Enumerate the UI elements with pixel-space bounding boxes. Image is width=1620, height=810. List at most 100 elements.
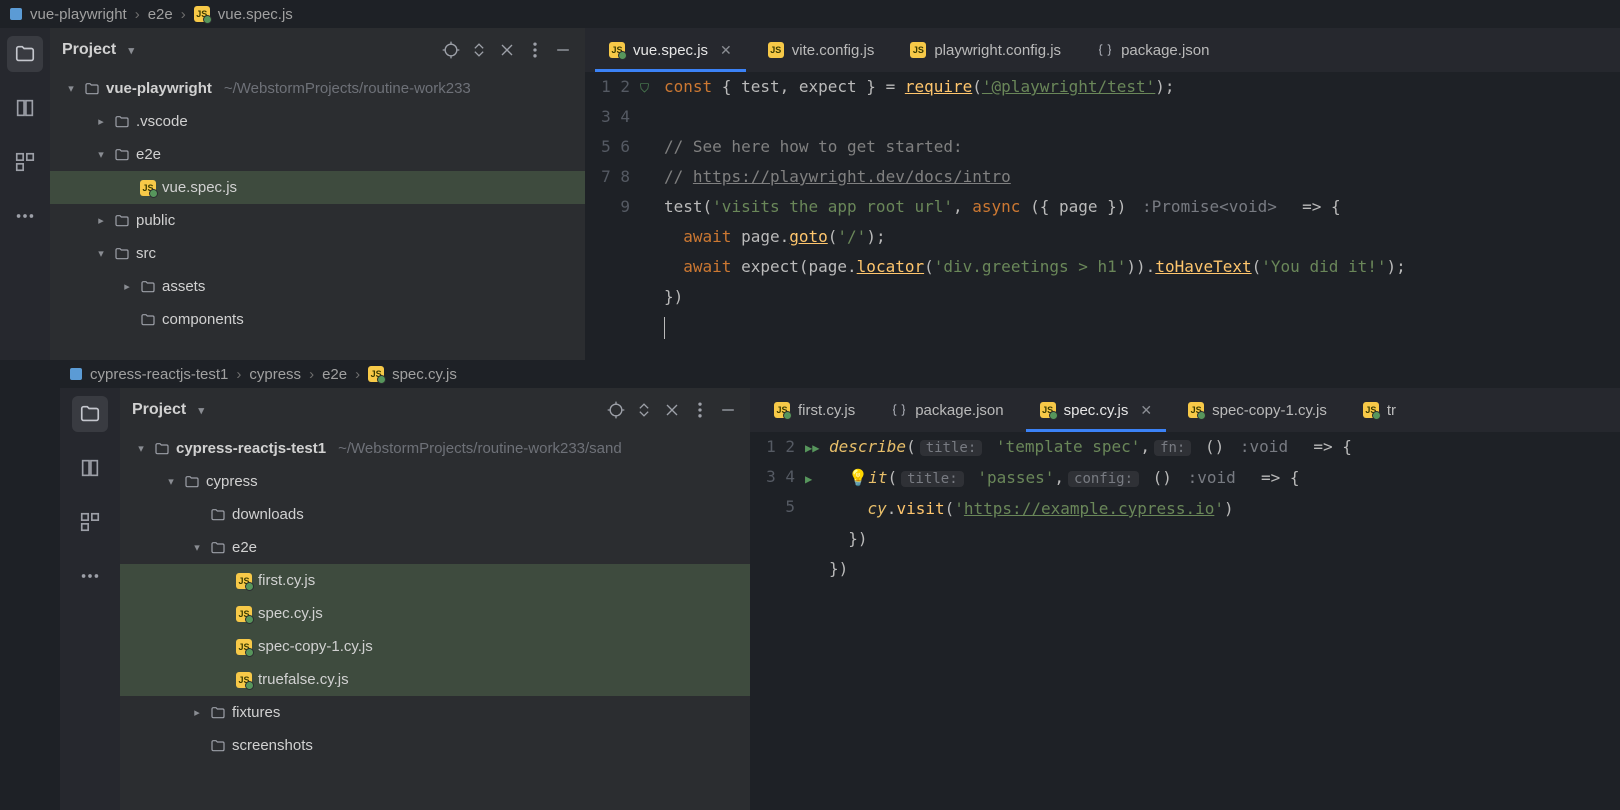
close-icon[interactable]: ✕ — [1140, 402, 1152, 419]
structure-button[interactable] — [72, 504, 108, 540]
bookmarks-button[interactable] — [7, 90, 43, 126]
breadcrumb-item[interactable]: e2e — [148, 6, 173, 23]
chevron-icon: ▾ — [94, 148, 108, 161]
tree-item[interactable]: ▾ e2e — [50, 138, 585, 171]
tree-item[interactable]: ▸ assets — [50, 270, 585, 303]
tree-item[interactable]: ▾src — [50, 237, 585, 270]
editor-tab[interactable]: JSvite.config.js — [754, 28, 889, 72]
breadcrumb-item[interactable]: e2e — [322, 366, 347, 383]
tree-item-label: downloads — [232, 506, 304, 523]
tree-item-label: screenshots — [232, 737, 313, 754]
locate-icon[interactable] — [441, 40, 461, 60]
folder-icon — [210, 705, 226, 721]
editor-tab[interactable]: JSspec-copy-1.cy.js — [1174, 388, 1341, 432]
run-test-icon[interactable]: ▶▶ — [805, 441, 819, 455]
editor-tab[interactable]: JSfirst.cy.js — [760, 388, 869, 432]
project-sidebar-1: Project ▾ ▾ vue-playwright ~/WebstormPro… — [50, 28, 585, 360]
breadcrumb-item[interactable]: vue.spec.js — [218, 6, 293, 23]
code-content[interactable]: describe(title: 'template spec',fn: () :… — [829, 432, 1620, 810]
editor-tab[interactable]: JStr — [1349, 388, 1410, 432]
editor-tab[interactable]: JS spec.cy.js ✕ — [1026, 388, 1166, 432]
editor-tab[interactable]: package.json — [877, 388, 1017, 432]
close-icon[interactable]: ✕ — [720, 42, 732, 59]
module-icon — [70, 368, 82, 380]
chevron-icon: ▸ — [120, 280, 134, 293]
tree-item-label: truefalse.cy.js — [258, 671, 349, 688]
breadcrumb-item[interactable]: cypress-reactjs-test1 — [90, 366, 228, 383]
code-content[interactable]: const { test, expect } = require('@playw… — [664, 72, 1620, 360]
breadcrumb-item[interactable]: vue-playwright — [30, 6, 127, 23]
breadcrumb-bar-2: cypress-reactjs-test1 › cypress › e2e › … — [60, 360, 1620, 388]
tab-label: spec.cy.js — [1064, 402, 1129, 419]
breadcrumb-sep: › — [236, 366, 241, 383]
project-view-button[interactable] — [72, 396, 108, 432]
tree-item[interactable]: ▸fixtures — [120, 696, 750, 729]
tree-item-label: e2e — [136, 146, 161, 163]
tree-item-label: e2e — [232, 539, 257, 556]
tree-item-label: assets — [162, 278, 205, 295]
options-icon[interactable] — [525, 40, 545, 60]
code-editor-1[interactable]: 1 2 3 4 5 6 7 8 9 ⛉ const { test, expect… — [585, 72, 1620, 360]
editor-tab[interactable]: package.json — [1083, 28, 1223, 72]
tree-item[interactable]: ▸JSspec-copy-1.cy.js — [120, 630, 750, 663]
locate-icon[interactable] — [606, 400, 626, 420]
more-button[interactable] — [72, 558, 108, 594]
breadcrumb-sep: › — [135, 6, 140, 23]
folder-icon — [210, 738, 226, 754]
tree-item[interactable]: ▸JSfirst.cy.js — [120, 564, 750, 597]
tree-root[interactable]: ▾ vue-playwright ~/WebstormProjects/rout… — [50, 72, 585, 105]
options-icon[interactable] — [690, 400, 710, 420]
collapse-all-icon[interactable] — [662, 400, 682, 420]
folder-icon — [154, 441, 170, 457]
hide-icon[interactable] — [718, 400, 738, 420]
expand-icon[interactable] — [634, 400, 654, 420]
json-icon — [891, 402, 907, 418]
expand-icon[interactable] — [469, 40, 489, 60]
code-editor-2[interactable]: 1 2 3 4 5 ▶▶ ▶ describe(title: 'template… — [750, 432, 1620, 810]
tree-item[interactable]: ▾cypress — [120, 465, 750, 498]
project-view-button[interactable] — [7, 36, 43, 72]
breadcrumb-sep: › — [309, 366, 314, 383]
project-tree-2: ▾ cypress-reactjs-test1 ~/WebstormProjec… — [120, 432, 750, 810]
structure-button[interactable] — [7, 144, 43, 180]
tree-item[interactable]: ▸screenshots — [120, 729, 750, 762]
json-icon — [1097, 42, 1113, 58]
project-sidebar-2: Project ▾ ▾ cypress-reactjs-test1 ~/Webs… — [120, 388, 750, 810]
tree-item-label: cypress — [206, 473, 258, 490]
chevron-icon: ▾ — [190, 541, 204, 554]
bookmarks-button[interactable] — [72, 450, 108, 486]
editor-tab[interactable]: JSplaywright.config.js — [896, 28, 1075, 72]
more-button[interactable] — [7, 198, 43, 234]
chevron-icon: ▸ — [190, 706, 204, 719]
breadcrumb-item[interactable]: spec.cy.js — [392, 366, 457, 383]
chevron-down-icon[interactable]: ▾ — [124, 44, 138, 57]
tree-item[interactable]: ▸JStruefalse.cy.js — [120, 663, 750, 696]
tree-item[interactable]: ▸JSvue.spec.js — [50, 171, 585, 204]
tree-item[interactable]: ▸public — [50, 204, 585, 237]
tree-item[interactable]: ▸JSspec.cy.js — [120, 597, 750, 630]
run-gutter: ▶▶ ▶ — [805, 432, 829, 810]
folder-icon — [84, 81, 100, 97]
editor-tab[interactable]: JSvue.spec.js✕ — [595, 28, 746, 72]
js-file-icon: JS — [368, 366, 384, 382]
hide-icon[interactable] — [553, 40, 573, 60]
tree-root[interactable]: ▾ cypress-reactjs-test1 ~/WebstormProjec… — [120, 432, 750, 465]
run-gutter: ⛉ — [640, 72, 664, 360]
run-test-icon[interactable]: ⛉ — [640, 81, 649, 95]
ide-window-1: vue-playwright › e2e › JS vue.spec.js Pr… — [0, 0, 1620, 360]
chevron-down-icon: ▾ — [134, 442, 148, 455]
js-file-icon: JS — [236, 639, 252, 655]
js-file-icon: JS — [1040, 402, 1056, 418]
collapse-all-icon[interactable] — [497, 40, 517, 60]
tree-item[interactable]: ▸downloads — [120, 498, 750, 531]
folder-icon — [114, 147, 130, 163]
tree-item[interactable]: ▸.vscode — [50, 105, 585, 138]
run-test-icon[interactable]: ▶ — [805, 472, 812, 486]
tree-item[interactable]: ▸components — [50, 303, 585, 336]
breadcrumb-item[interactable]: cypress — [249, 366, 301, 383]
chevron-icon: ▸ — [94, 214, 108, 227]
tree-item[interactable]: ▾ e2e — [120, 531, 750, 564]
folder-icon — [114, 213, 130, 229]
chevron-down-icon[interactable]: ▾ — [194, 404, 208, 417]
tab-label: vite.config.js — [792, 42, 875, 59]
